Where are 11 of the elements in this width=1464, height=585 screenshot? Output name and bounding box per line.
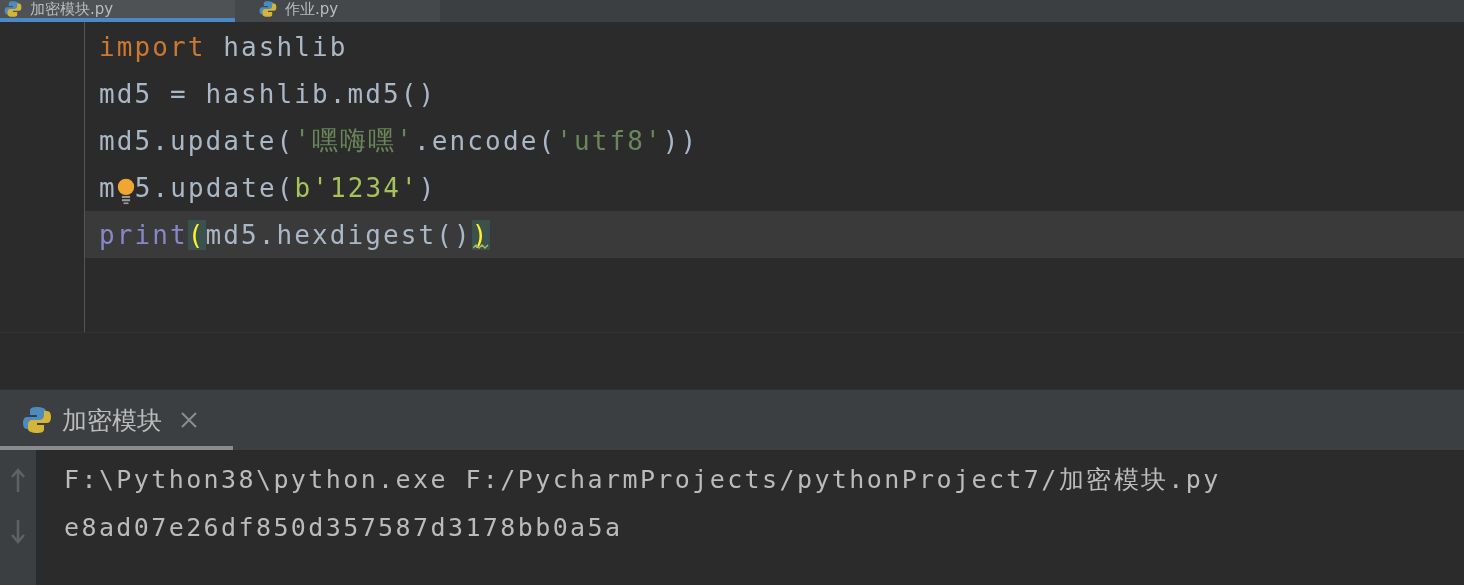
close-icon[interactable] <box>180 411 198 429</box>
up-arrow-icon[interactable] <box>10 468 26 494</box>
python-icon <box>22 405 52 435</box>
down-arrow-icon[interactable] <box>10 518 26 544</box>
editor-tab[interactable]: 作业.py <box>235 0 440 22</box>
console-output: F:\Python38\python.exe F:/PycharmProjects/pythonProject7/加密模块.py <box>64 463 1222 496</box>
python-icon <box>4 0 22 18</box>
editor-tab[interactable]: 加密模块.py <box>0 0 235 22</box>
python-icon <box>259 0 277 18</box>
console-output: e8ad07e26df850d357587d3178bb0a5a <box>64 511 624 544</box>
run-tab[interactable]: 加密模块 <box>0 394 233 450</box>
